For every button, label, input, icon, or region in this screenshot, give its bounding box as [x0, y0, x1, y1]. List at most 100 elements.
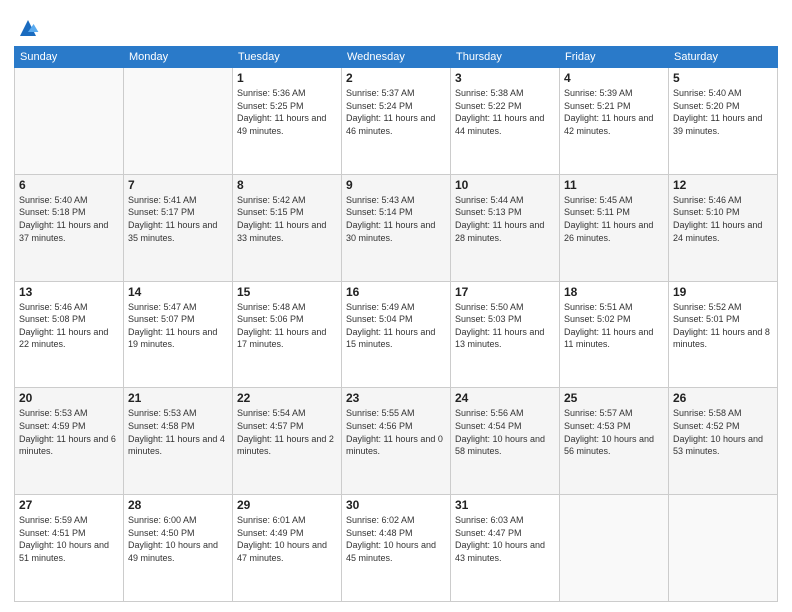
day-number: 10 [455, 178, 555, 192]
weekday-header-sunday: Sunday [15, 47, 124, 68]
calendar-cell: 2 Sunrise: 5:37 AM Sunset: 5:24 PM Daylig… [342, 68, 451, 175]
day-info: Sunrise: 5:42 AM Sunset: 5:15 PM Dayligh… [237, 194, 337, 244]
calendar-cell: 15 Sunrise: 5:48 AM Sunset: 5:06 PM Dayli… [233, 281, 342, 388]
logo-icon [16, 16, 40, 40]
day-number: 7 [128, 178, 228, 192]
day-info: Sunrise: 5:44 AM Sunset: 5:13 PM Dayligh… [455, 194, 555, 244]
day-number: 15 [237, 285, 337, 299]
day-info: Sunrise: 5:40 AM Sunset: 5:18 PM Dayligh… [19, 194, 119, 244]
calendar-cell: 27Sunrise: 5:59 AM Sunset: 4:51 PM Dayli… [15, 495, 124, 602]
day-number: 1 [237, 71, 337, 85]
day-number: 24 [455, 391, 555, 405]
weekday-header-tuesday: Tuesday [233, 47, 342, 68]
calendar-cell [669, 495, 778, 602]
day-info: Sunrise: 5:54 AM Sunset: 4:57 PM Dayligh… [237, 407, 337, 457]
day-info: Sunrise: 5:56 AM Sunset: 4:54 PM Dayligh… [455, 407, 555, 457]
calendar-cell: 19 Sunrise: 5:52 AM Sunset: 5:01 PM Dayli… [669, 281, 778, 388]
calendar-cell: 28Sunrise: 6:00 AM Sunset: 4:50 PM Dayli… [124, 495, 233, 602]
day-number: 25 [564, 391, 664, 405]
day-info: Sunrise: 6:03 AM Sunset: 4:47 PM Dayligh… [455, 514, 555, 564]
day-number: 16 [346, 285, 446, 299]
calendar-cell: 25 Sunrise: 5:57 AM Sunset: 4:53 PM Dayli… [560, 388, 669, 495]
weekday-header-monday: Monday [124, 47, 233, 68]
calendar-cell [124, 68, 233, 175]
day-number: 19 [673, 285, 773, 299]
day-number: 31 [455, 498, 555, 512]
calendar-cell: 23Sunrise: 5:55 AM Sunset: 4:56 PM Dayli… [342, 388, 451, 495]
day-number: 14 [128, 285, 228, 299]
day-info: Sunrise: 6:01 AM Sunset: 4:49 PM Dayligh… [237, 514, 337, 564]
week-row-2: 6 Sunrise: 5:40 AM Sunset: 5:18 PM Daylig… [15, 174, 778, 281]
day-number: 9 [346, 178, 446, 192]
header [14, 10, 778, 40]
day-number: 18 [564, 285, 664, 299]
day-number: 2 [346, 71, 446, 85]
calendar-cell [15, 68, 124, 175]
weekday-header-saturday: Saturday [669, 47, 778, 68]
day-info: Sunrise: 5:45 AM Sunset: 5:11 PM Dayligh… [564, 194, 664, 244]
day-info: Sunrise: 5:43 AM Sunset: 5:14 PM Dayligh… [346, 194, 446, 244]
calendar-cell: 1 Sunrise: 5:36 AM Sunset: 5:25 PM Daylig… [233, 68, 342, 175]
day-info: Sunrise: 5:38 AM Sunset: 5:22 PM Dayligh… [455, 87, 555, 137]
calendar-cell: 22Sunrise: 5:54 AM Sunset: 4:57 PM Dayli… [233, 388, 342, 495]
day-info: Sunrise: 5:51 AM Sunset: 5:02 PM Dayligh… [564, 301, 664, 351]
day-info: Sunrise: 5:40 AM Sunset: 5:20 PM Dayligh… [673, 87, 773, 137]
day-info: Sunrise: 5:48 AM Sunset: 5:06 PM Dayligh… [237, 301, 337, 351]
calendar-cell: 26Sunrise: 5:58 AM Sunset: 4:52 PM Dayli… [669, 388, 778, 495]
day-number: 21 [128, 391, 228, 405]
calendar-cell: 9 Sunrise: 5:43 AM Sunset: 5:14 PM Daylig… [342, 174, 451, 281]
day-number: 4 [564, 71, 664, 85]
day-info: Sunrise: 5:36 AM Sunset: 5:25 PM Dayligh… [237, 87, 337, 137]
day-number: 8 [237, 178, 337, 192]
weekday-header-wednesday: Wednesday [342, 47, 451, 68]
calendar-cell: 24 Sunrise: 5:56 AM Sunset: 4:54 PM Dayli… [451, 388, 560, 495]
weekday-header-row: SundayMondayTuesdayWednesdayThursdayFrid… [15, 47, 778, 68]
calendar-cell: 10 Sunrise: 5:44 AM Sunset: 5:13 PM Dayli… [451, 174, 560, 281]
calendar-cell: 17 Sunrise: 5:50 AM Sunset: 5:03 PM Dayli… [451, 281, 560, 388]
calendar-cell: 29 Sunrise: 6:01 AM Sunset: 4:49 PM Dayli… [233, 495, 342, 602]
day-number: 30 [346, 498, 446, 512]
calendar-cell: 13 Sunrise: 5:46 AM Sunset: 5:08 PM Dayli… [15, 281, 124, 388]
day-number: 3 [455, 71, 555, 85]
day-info: Sunrise: 5:46 AM Sunset: 5:10 PM Dayligh… [673, 194, 773, 244]
calendar-cell: 7 Sunrise: 5:41 AM Sunset: 5:17 PM Daylig… [124, 174, 233, 281]
day-info: Sunrise: 6:02 AM Sunset: 4:48 PM Dayligh… [346, 514, 446, 564]
day-info: Sunrise: 5:52 AM Sunset: 5:01 PM Dayligh… [673, 301, 773, 351]
calendar-cell: 8 Sunrise: 5:42 AM Sunset: 5:15 PM Daylig… [233, 174, 342, 281]
calendar-cell: 3 Sunrise: 5:38 AM Sunset: 5:22 PM Daylig… [451, 68, 560, 175]
day-info: Sunrise: 5:46 AM Sunset: 5:08 PM Dayligh… [19, 301, 119, 351]
day-info: Sunrise: 5:53 AM Sunset: 4:58 PM Dayligh… [128, 407, 228, 457]
logo [14, 14, 40, 40]
day-number: 11 [564, 178, 664, 192]
page: SundayMondayTuesdayWednesdayThursdayFrid… [0, 0, 792, 612]
day-number: 23 [346, 391, 446, 405]
calendar-cell: 12 Sunrise: 5:46 AM Sunset: 5:10 PM Dayli… [669, 174, 778, 281]
day-number: 29 [237, 498, 337, 512]
calendar-table: SundayMondayTuesdayWednesdayThursdayFrid… [14, 46, 778, 602]
calendar-cell [560, 495, 669, 602]
day-number: 6 [19, 178, 119, 192]
calendar-cell: 20Sunrise: 5:53 AM Sunset: 4:59 PM Dayli… [15, 388, 124, 495]
day-info: Sunrise: 5:59 AM Sunset: 4:51 PM Dayligh… [19, 514, 119, 564]
day-info: Sunrise: 5:50 AM Sunset: 5:03 PM Dayligh… [455, 301, 555, 351]
calendar-cell: 14 Sunrise: 5:47 AM Sunset: 5:07 PM Dayli… [124, 281, 233, 388]
day-info: Sunrise: 5:57 AM Sunset: 4:53 PM Dayligh… [564, 407, 664, 457]
week-row-4: 20Sunrise: 5:53 AM Sunset: 4:59 PM Dayli… [15, 388, 778, 495]
calendar-cell: 5Sunrise: 5:40 AM Sunset: 5:20 PM Daylig… [669, 68, 778, 175]
day-info: Sunrise: 5:41 AM Sunset: 5:17 PM Dayligh… [128, 194, 228, 244]
day-info: Sunrise: 5:47 AM Sunset: 5:07 PM Dayligh… [128, 301, 228, 351]
weekday-header-thursday: Thursday [451, 47, 560, 68]
day-number: 17 [455, 285, 555, 299]
week-row-3: 13 Sunrise: 5:46 AM Sunset: 5:08 PM Dayli… [15, 281, 778, 388]
day-info: Sunrise: 5:49 AM Sunset: 5:04 PM Dayligh… [346, 301, 446, 351]
day-number: 13 [19, 285, 119, 299]
calendar-cell: 16 Sunrise: 5:49 AM Sunset: 5:04 PM Dayli… [342, 281, 451, 388]
calendar-cell: 18 Sunrise: 5:51 AM Sunset: 5:02 PM Dayli… [560, 281, 669, 388]
day-number: 12 [673, 178, 773, 192]
week-row-1: 1 Sunrise: 5:36 AM Sunset: 5:25 PM Daylig… [15, 68, 778, 175]
day-number: 28 [128, 498, 228, 512]
calendar-cell: 30 Sunrise: 6:02 AM Sunset: 4:48 PM Dayli… [342, 495, 451, 602]
day-info: Sunrise: 5:37 AM Sunset: 5:24 PM Dayligh… [346, 87, 446, 137]
calendar-cell: 4Sunrise: 5:39 AM Sunset: 5:21 PM Daylig… [560, 68, 669, 175]
day-info: Sunrise: 5:53 AM Sunset: 4:59 PM Dayligh… [19, 407, 119, 457]
